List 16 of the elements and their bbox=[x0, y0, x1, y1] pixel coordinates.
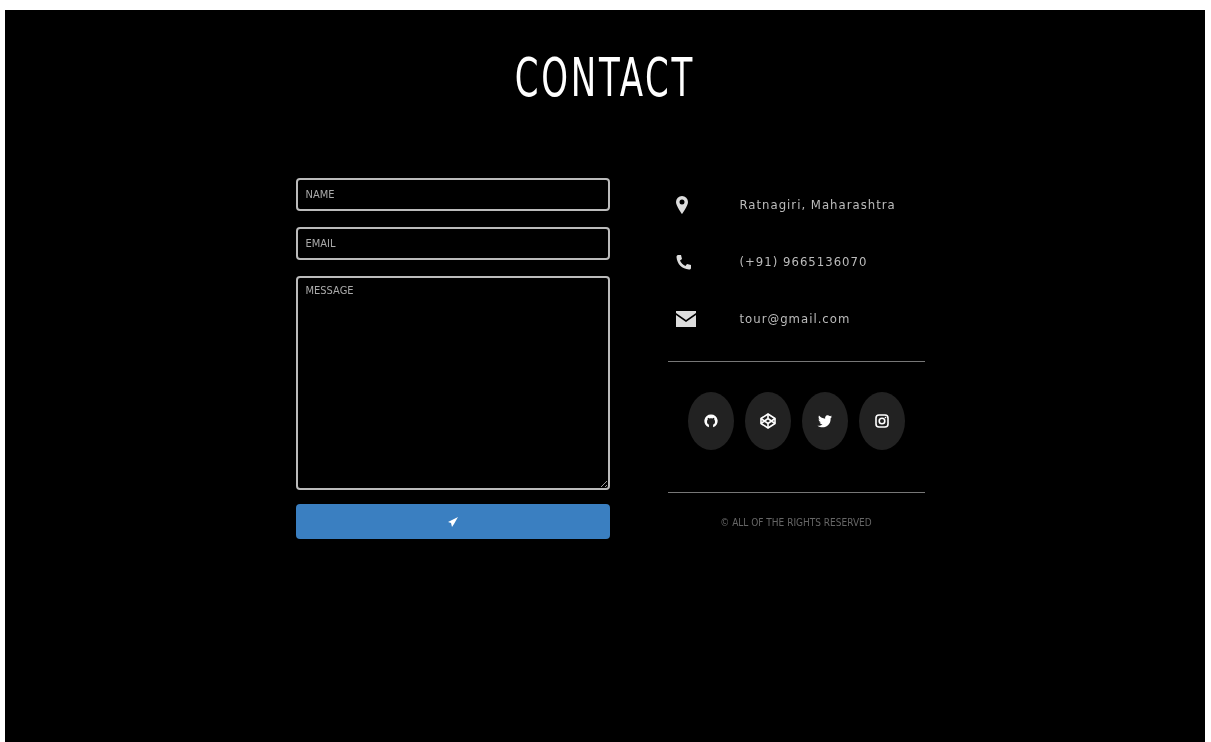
message-field[interactable]: MESSAGE bbox=[295, 276, 610, 490]
bird-icon bbox=[817, 414, 832, 428]
paper-plane-icon bbox=[446, 515, 459, 528]
phone-icon bbox=[675, 253, 692, 270]
copyright-text: © ALL OF THE RIGHTS RESERVED bbox=[719, 517, 873, 528]
contact-detail: Ratnagiri, Maharashtra bbox=[739, 197, 896, 212]
location-pin-icon bbox=[675, 195, 688, 214]
contact-detail: tour@gmail.com bbox=[739, 311, 851, 326]
github-icon bbox=[703, 414, 718, 428]
camera-icon bbox=[874, 414, 889, 428]
input-field[interactable]: NAME bbox=[295, 178, 610, 211]
envelope-icon bbox=[675, 310, 696, 327]
page-title: CONTACT bbox=[514, 46, 696, 110]
input-field[interactable]: EMAIL bbox=[295, 227, 610, 260]
codepen-icon bbox=[759, 413, 776, 429]
contact-detail: (+91) 9665136070 bbox=[739, 254, 868, 269]
